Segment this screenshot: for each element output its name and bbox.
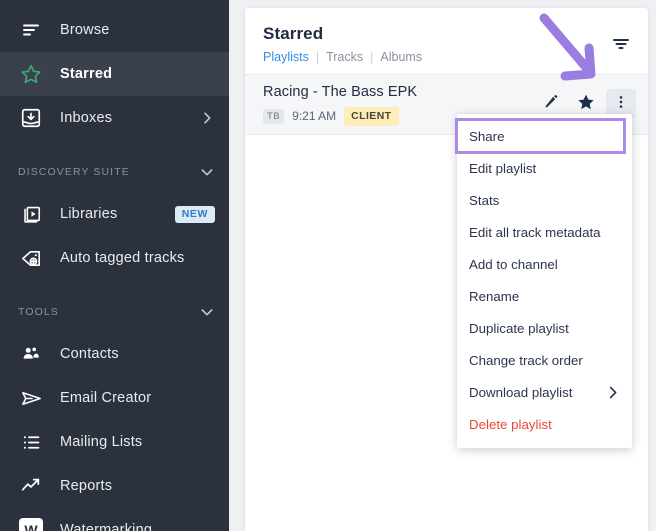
- watermark-w-glyph: W: [19, 518, 43, 531]
- timestamp: 9:21 AM: [292, 109, 337, 124]
- menu-item-stats[interactable]: Stats: [457, 184, 632, 216]
- menu-item-label: Edit all track metadata: [469, 224, 601, 240]
- filter-icon: [611, 35, 631, 58]
- watermark-w-icon: W: [18, 517, 44, 531]
- menu-item-duplicate-playlist[interactable]: Duplicate playlist: [457, 312, 632, 344]
- tab-separator: |: [315, 50, 320, 64]
- sidebar-section-discovery-suite[interactable]: DISCOVERY SUITE: [0, 152, 229, 192]
- sidebar-item-label: Browse: [60, 22, 110, 38]
- send-icon: [18, 385, 44, 411]
- filter-button[interactable]: [608, 34, 634, 58]
- status-badge: CLIENT: [344, 107, 399, 126]
- sidebar-item-label: Auto tagged tracks: [60, 250, 185, 266]
- tab-playlists[interactable]: Playlists: [263, 50, 309, 64]
- menu-item-rename[interactable]: Rename: [457, 280, 632, 312]
- menu-item-add-to-channel[interactable]: Add to channel: [457, 248, 632, 280]
- tab-albums[interactable]: Albums: [380, 50, 422, 64]
- sidebar-item-label: Email Creator: [60, 390, 152, 406]
- menu-item-share[interactable]: Share: [455, 118, 626, 154]
- card-header: Starred Playlists | Tracks | Albums: [245, 8, 648, 74]
- section-title: TOOLS: [18, 306, 59, 318]
- sidebar-item-label: Mailing Lists: [60, 434, 143, 450]
- contacts-icon: [18, 341, 44, 367]
- sidebar-item-label: Contacts: [60, 346, 119, 362]
- sidebar: Browse Starred Inboxes DISCOVERY SUITE L…: [0, 0, 229, 531]
- menu-item-label: Download playlist: [469, 384, 573, 400]
- chevron-right-icon[interactable]: [199, 110, 215, 126]
- sidebar-item-watermarking[interactable]: W Watermarking: [0, 508, 229, 531]
- page-title: Starred: [263, 24, 324, 43]
- list-icon: [18, 429, 44, 455]
- sidebar-section-tools[interactable]: TOOLS: [0, 292, 229, 332]
- menu-item-label: Duplicate playlist: [469, 320, 569, 336]
- more-vertical-icon: [613, 94, 629, 115]
- menu-item-label: Stats: [469, 192, 500, 208]
- browse-icon: [18, 17, 44, 43]
- menu-item-download-playlist[interactable]: Download playlist: [457, 376, 632, 408]
- library-play-icon: [18, 201, 44, 227]
- tab-separator: |: [370, 50, 374, 64]
- sidebar-item-starred[interactable]: Starred: [0, 52, 229, 96]
- menu-item-delete-playlist[interactable]: Delete playlist: [457, 408, 632, 440]
- chevron-down-icon[interactable]: [199, 164, 215, 180]
- menu-item-label: Add to channel: [469, 256, 558, 272]
- trending-up-icon: [18, 473, 44, 499]
- sidebar-item-label: Watermarking: [60, 522, 153, 531]
- menu-item-label: Edit playlist: [469, 160, 537, 176]
- section-title: DISCOVERY SUITE: [18, 166, 130, 178]
- tag-plus-icon: [18, 245, 44, 271]
- menu-item-change-track-order[interactable]: Change track order: [457, 344, 632, 376]
- context-menu: Share Edit playlist Stats Edit all track…: [455, 114, 632, 448]
- menu-item-label: Delete playlist: [469, 416, 552, 432]
- avatar: TB: [263, 108, 285, 124]
- sidebar-item-inboxes[interactable]: Inboxes: [0, 96, 229, 140]
- sidebar-item-browse[interactable]: Browse: [0, 8, 229, 52]
- sidebar-item-label: Starred: [60, 66, 113, 82]
- sidebar-item-reports[interactable]: Reports: [0, 464, 229, 508]
- chevron-right-icon: [605, 385, 620, 400]
- app-root: Browse Starred Inboxes DISCOVERY SUITE L…: [0, 0, 656, 531]
- pencil-icon: [543, 94, 559, 115]
- menu-item-label: Share: [469, 128, 505, 144]
- sidebar-item-label: Libraries: [60, 206, 118, 222]
- menu-item-label: Rename: [469, 288, 520, 304]
- inbox-download-icon: [18, 105, 44, 131]
- sidebar-item-contacts[interactable]: Contacts: [0, 332, 229, 376]
- star-icon: [18, 61, 44, 87]
- sidebar-item-email-creator[interactable]: Email Creator: [0, 376, 229, 420]
- star-filled-icon: [577, 93, 595, 116]
- sidebar-item-auto-tagged-tracks[interactable]: Auto tagged tracks: [0, 236, 229, 280]
- menu-item-edit-playlist[interactable]: Edit playlist: [457, 152, 632, 184]
- sidebar-item-libraries[interactable]: Libraries NEW: [0, 192, 229, 236]
- tab-bar: Playlists | Tracks | Albums: [263, 50, 630, 64]
- chevron-down-icon[interactable]: [199, 304, 215, 320]
- sidebar-item-label: Inboxes: [60, 110, 113, 126]
- badge-new: NEW: [174, 205, 215, 223]
- menu-item-label: Change track order: [469, 352, 583, 368]
- menu-item-edit-all-track-metadata[interactable]: Edit all track metadata: [457, 216, 632, 248]
- sidebar-item-mailing-lists[interactable]: Mailing Lists: [0, 420, 229, 464]
- sidebar-item-label: Reports: [60, 478, 113, 494]
- tab-tracks[interactable]: Tracks: [326, 50, 363, 64]
